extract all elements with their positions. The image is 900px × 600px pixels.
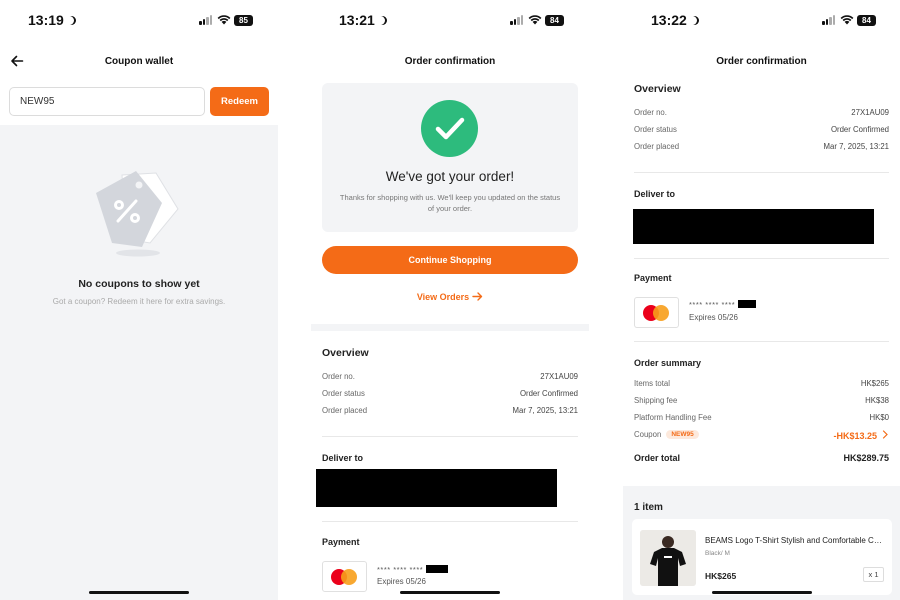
empty-state-title: No coupons to show yet: [78, 278, 200, 290]
battery-icon: 84: [857, 15, 876, 26]
moon-icon: [690, 16, 699, 25]
product-variant: Black/ M: [705, 550, 730, 557]
divider: [634, 341, 889, 342]
view-orders-link[interactable]: View Orders: [311, 292, 589, 302]
moon-icon: [378, 16, 387, 25]
overview-title: Overview: [322, 347, 369, 359]
section-separator: [311, 324, 589, 331]
coupon-discount-value: -HK$13.25: [833, 431, 877, 441]
order-status-row: Order status Order Confirmed: [634, 125, 889, 134]
overview-title: Overview: [634, 83, 681, 95]
continue-shopping-button[interactable]: Continue Shopping: [322, 246, 578, 274]
items-total-row: Items total HK$265: [634, 379, 889, 388]
card-number: **** **** ****: [689, 300, 756, 309]
order-total-row: Order total HK$289.75: [634, 453, 889, 463]
redeem-button[interactable]: Redeem: [210, 87, 269, 116]
order-item-card[interactable]: BEAMS Logo T-Shirt Stylish and Comfortab…: [632, 519, 892, 595]
product-name: BEAMS Logo T-Shirt Stylish and Comfortab…: [705, 536, 885, 545]
battery-icon: 84: [545, 15, 564, 26]
order-details-screen: 13:22 84 Order confirmation Overview Ord…: [623, 0, 900, 600]
coupon-row[interactable]: Coupon NEW95 -HK$13.25: [634, 430, 889, 444]
coupon-code-input[interactable]: [9, 87, 205, 116]
card-expiry: Expires 05/26: [377, 577, 426, 586]
platform-fee-row: Platform Handling Fee HK$0: [634, 413, 889, 422]
status-time: 13:21: [339, 12, 387, 28]
card-expiry: Expires 05/26: [689, 313, 738, 322]
redacted-address: [316, 469, 557, 507]
payment-title: Payment: [634, 273, 672, 283]
divider: [634, 172, 889, 173]
coupon-tag-icon: [96, 171, 179, 257]
view-orders-label: View Orders: [416, 292, 470, 302]
divider: [322, 436, 578, 437]
checkmark-icon: [435, 117, 465, 140]
product-price: HK$265: [705, 571, 737, 581]
product-image: [640, 530, 696, 586]
coupon-wallet-screen: 13:19 85 Coupon wallet Redeem No coupons…: [0, 0, 278, 600]
confirmation-heading: We've got your order!: [385, 169, 515, 184]
card-number: **** **** ****: [377, 565, 448, 574]
home-indicator: [711, 590, 812, 594]
moon-icon: [67, 16, 76, 25]
empty-state-subtitle: Got a coupon? Redeem it here for extra s…: [52, 297, 226, 306]
order-number-row: Order no. 27X1AU09: [634, 108, 889, 117]
signal-icon: [510, 15, 524, 25]
mastercard-icon: [634, 297, 679, 328]
wifi-icon: [840, 15, 854, 25]
battery-icon: 85: [234, 15, 253, 26]
coupon-code-badge: NEW95: [666, 430, 699, 439]
status-bar: 13:21 84: [311, 10, 589, 30]
divider: [634, 258, 889, 259]
shipping-fee-row: Shipping fee HK$38: [634, 396, 889, 405]
product-quantity: x 1: [863, 567, 884, 582]
arrow-right-icon: [472, 292, 483, 301]
order-confirmation-screen: 13:21 84 Order confirmation We've got yo…: [311, 0, 589, 600]
wifi-icon: [217, 15, 231, 25]
page-title: Order confirmation: [716, 56, 807, 67]
success-badge: [421, 100, 478, 157]
home-indicator: [89, 590, 189, 594]
mastercard-icon: [322, 561, 367, 592]
page-title: Order confirmation: [404, 56, 496, 67]
home-indicator: [400, 590, 500, 594]
order-placed-row: Order placed Mar 7, 2025, 13:21: [634, 142, 889, 151]
order-placed-row: Order placed Mar 7, 2025, 13:21: [322, 406, 578, 415]
status-time: 13:22: [651, 12, 699, 28]
deliver-to-title: Deliver to: [634, 189, 676, 199]
payment-title: Payment: [322, 537, 360, 547]
divider: [322, 521, 578, 522]
page-title: Coupon wallet: [104, 56, 174, 67]
items-count-title: 1 item: [634, 502, 663, 513]
order-summary-title: Order summary: [634, 358, 702, 368]
status-bar: 13:22 84: [623, 10, 900, 30]
signal-icon: [822, 15, 836, 25]
confirmation-card: We've got your order! Thanks for shoppin…: [322, 83, 578, 232]
status-bar: 13:19 85: [0, 10, 278, 30]
status-time: 13:19: [28, 12, 76, 28]
order-status-row: Order status Order Confirmed: [322, 389, 578, 398]
chevron-right-icon: [882, 430, 888, 439]
signal-icon: [199, 15, 213, 25]
order-number-row: Order no. 27X1AU09: [322, 372, 578, 381]
redacted-address: [633, 209, 874, 244]
wifi-icon: [528, 15, 542, 25]
confirmation-message: Thanks for shopping with us. We'll keep …: [339, 193, 561, 213]
deliver-to-title: Deliver to: [322, 453, 364, 463]
